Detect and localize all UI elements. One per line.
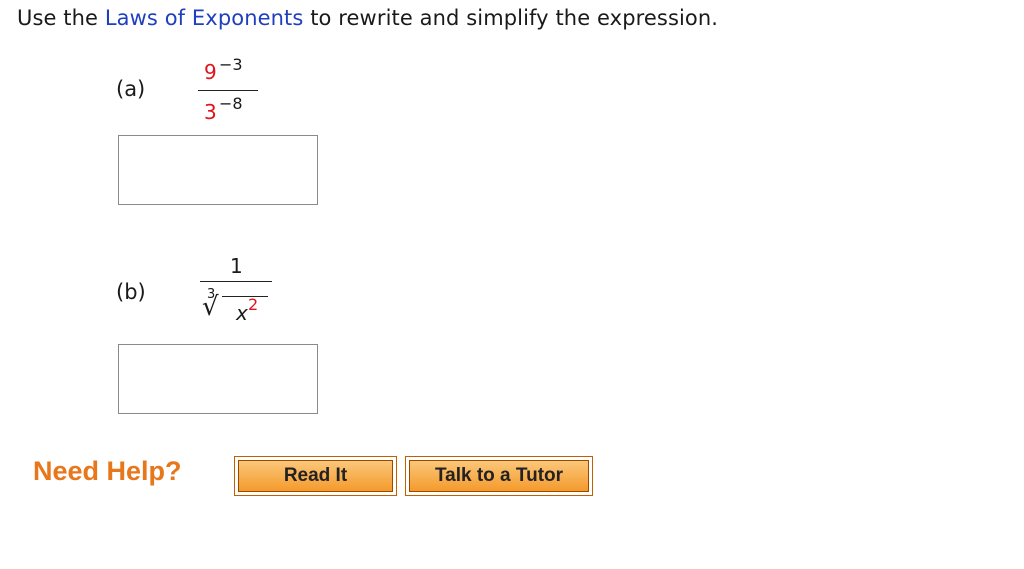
part-a-denominator: 3: [204, 100, 217, 124]
talk-to-tutor-label: Talk to a Tutor: [409, 460, 589, 492]
part-a-numerator: 9: [204, 60, 217, 84]
radical-icon: √: [202, 292, 219, 322]
instruction-prefix: Use the: [17, 6, 105, 30]
read-it-button[interactable]: Read It: [234, 456, 397, 496]
part-a-label: (a): [116, 77, 146, 101]
laws-of-exponents-link[interactable]: Laws of Exponents: [105, 6, 304, 30]
part-a-numerator-exponent: −3: [219, 55, 243, 74]
part-b-expression: 1 3 √ x 2: [198, 250, 278, 330]
instruction-text: Use the Laws of Exponents to rewrite and…: [17, 6, 718, 30]
part-b-label: (b): [116, 280, 146, 304]
part-a-denominator-base: 3: [204, 100, 217, 124]
part-b-fraction-bar: [200, 281, 272, 282]
part-a-numerator-base: 9: [204, 60, 217, 84]
part-a-denominator-exponent: −8: [219, 94, 243, 113]
part-a-fraction-bar: [198, 90, 258, 91]
part-b-radicand-base: x: [236, 301, 248, 325]
instruction-suffix: to rewrite and simplify the expression.: [303, 6, 719, 30]
part-b-radicand-exponent: 2: [248, 295, 259, 314]
radical-vinculum: [222, 296, 268, 297]
talk-to-tutor-button[interactable]: Talk to a Tutor: [405, 456, 593, 496]
need-help-heading: Need Help?: [33, 456, 182, 486]
read-it-label: Read It: [238, 460, 393, 492]
part-a-answer-input[interactable]: [118, 135, 318, 205]
part-b-answer-input[interactable]: [118, 344, 318, 414]
part-a-expression: 9 −3 3 −8: [190, 52, 270, 132]
part-b-numerator: 1: [230, 254, 243, 278]
